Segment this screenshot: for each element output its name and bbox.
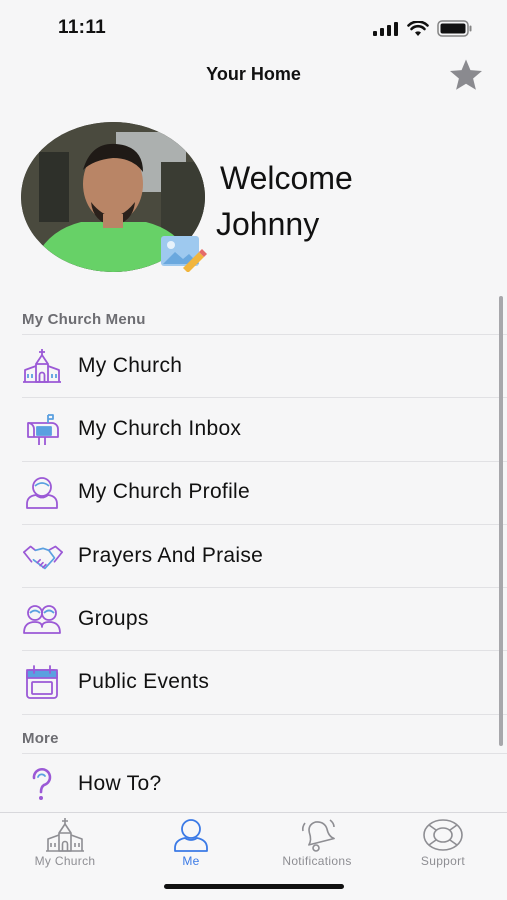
section-header-more: More <box>22 729 59 747</box>
tab-support[interactable]: Support <box>380 817 506 873</box>
menu-item-label: How To? <box>78 772 162 796</box>
question-icon <box>22 766 64 802</box>
status-time: 11:11 <box>58 17 106 38</box>
group-icon <box>22 601 64 637</box>
menu-item-my-church-profile[interactable]: My Church Profile <box>0 460 507 524</box>
user-name: Johnny <box>216 206 320 242</box>
menu-item-public-events[interactable]: Public Events <box>0 650 507 713</box>
person-icon <box>22 474 64 510</box>
star-icon <box>450 59 482 90</box>
tab-my-church[interactable]: My Church <box>2 817 128 873</box>
menu-item-my-church[interactable]: My Church <box>0 334 507 397</box>
menu-item-how-to[interactable]: How To? <box>0 752 507 812</box>
handshake-icon <box>22 538 64 574</box>
profile-photo[interactable] <box>21 122 207 272</box>
battery-icon <box>437 20 472 37</box>
welcome-greeting: Welcome <box>220 160 353 196</box>
tab-label: Me <box>182 854 200 868</box>
tab-me[interactable]: Me <box>128 817 254 873</box>
church-icon <box>22 348 64 384</box>
menu-item-my-church-inbox[interactable]: My Church Inbox <box>0 397 507 460</box>
menu-item-label: Public Events <box>78 670 210 694</box>
scrollbar[interactable] <box>499 296 503 746</box>
welcome-message: Welcome Johnny <box>216 155 353 247</box>
status-icons <box>373 20 473 37</box>
list-divider <box>0 713 507 715</box>
calendar-icon <box>22 664 64 700</box>
home-indicator[interactable] <box>164 884 344 889</box>
section-header-my-church-menu: My Church Menu <box>22 311 146 328</box>
mailbox-icon <box>22 411 64 447</box>
wifi-icon <box>407 20 429 36</box>
status-bar: 11:11 <box>0 0 507 56</box>
menu-item-label: Groups <box>78 606 149 630</box>
tab-label: My Church <box>34 854 96 868</box>
favorite-button[interactable] <box>447 56 485 94</box>
church-icon <box>46 818 84 852</box>
bell-icon <box>301 819 335 852</box>
tab-notifications[interactable]: Notifications <box>254 817 380 873</box>
tab-label: Support <box>420 854 466 868</box>
signal-icon <box>373 21 398 36</box>
menu-item-label: Prayers And Praise <box>78 543 264 567</box>
nav-bar: Your Home <box>0 56 507 96</box>
lifebuoy-icon <box>423 819 463 851</box>
menu-item-prayers-and-praise[interactable]: Prayers And Praise <box>0 523 507 587</box>
tab-label: Notifications <box>282 854 352 868</box>
menu-item-groups[interactable]: Groups <box>0 587 507 650</box>
menu-list[interactable]: My Church Menu My Church My Church Inbox… <box>0 296 507 812</box>
edit-photo-icon[interactable] <box>159 234 207 272</box>
person-icon <box>174 819 208 852</box>
page-title: Your Home <box>206 64 301 84</box>
menu-item-label: My Church Inbox <box>78 416 242 440</box>
menu-item-label: My Church Profile <box>78 480 250 504</box>
menu-item-label: My Church <box>78 353 183 377</box>
